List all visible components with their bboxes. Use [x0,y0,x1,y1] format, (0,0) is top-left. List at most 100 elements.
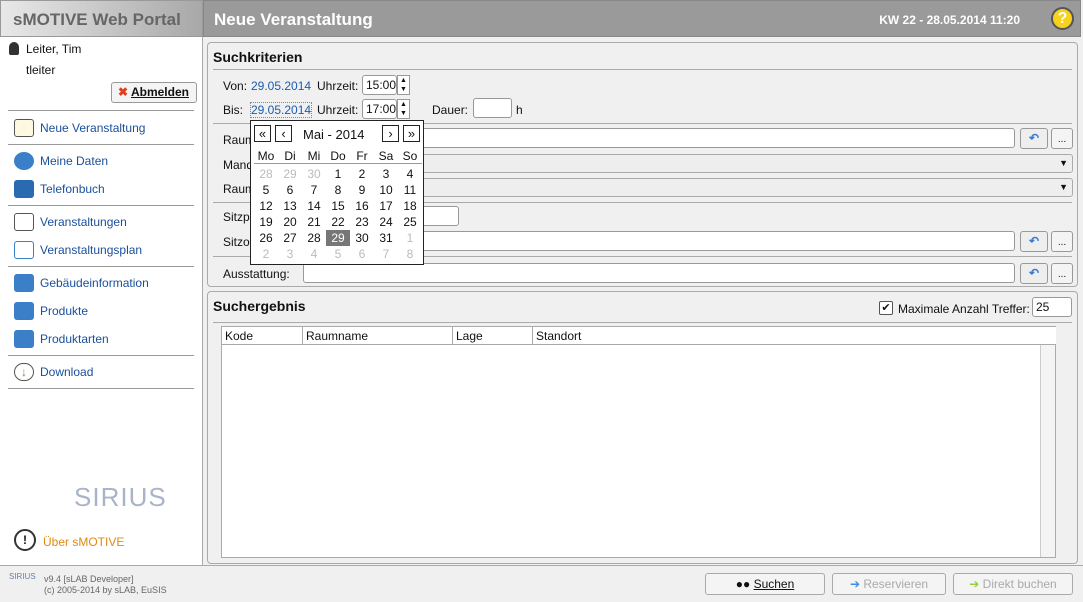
calendar-day[interactable]: 2 [254,246,278,262]
reset-icon[interactable]: ↶ [1020,128,1048,149]
calendar-day[interactable]: 24 [374,214,398,230]
calendar-day[interactable]: 7 [302,182,326,198]
calendar-day[interactable]: 5 [254,182,278,198]
calendar-day[interactable]: 30 [302,166,326,182]
next-month-button[interactable]: › [382,125,399,142]
raumname-browse-button[interactable]: ... [1051,128,1073,149]
calendar-day[interactable]: 17 [374,198,398,214]
calendar-day[interactable]: 4 [302,246,326,262]
calendar-day[interactable]: 9 [350,182,374,198]
weekday-header: Fr [350,148,374,164]
calendar-day[interactable]: 18 [398,198,422,214]
column-header-lage[interactable]: Lage [453,327,533,345]
calendar-day[interactable]: 25 [398,214,422,230]
column-header-standort[interactable]: Standort [533,327,1056,345]
calendar-day[interactable]: 27 [278,230,302,246]
sitzordnung-browse-button[interactable]: ... [1051,231,1073,252]
calendar-day[interactable]: 2 [350,166,374,182]
direct-book-button[interactable]: ➔ Direkt buchen [953,573,1073,595]
product-icon [14,302,34,320]
von-label: Von: [223,79,248,93]
calendar-day[interactable]: 8 [398,246,422,262]
calendar-day[interactable]: 20 [278,214,302,230]
calendar-day[interactable]: 11 [398,182,422,198]
vertical-scrollbar[interactable] [1040,345,1055,557]
dauer-label: Dauer: [432,103,469,117]
prev-month-button[interactable]: ‹ [275,125,292,142]
weekday-header: So [398,148,422,164]
sidebar-item-telefonbuch[interactable]: Telefonbuch [14,178,105,200]
ausstattung-browse-button[interactable]: ... [1051,263,1073,284]
calendar-day[interactable]: 6 [350,246,374,262]
sidebar-item-download[interactable]: ↓ Download [14,361,93,383]
calendar-day[interactable]: 23 [350,214,374,230]
about-link[interactable]: Über sMOTIVE [43,535,124,549]
sidebar-item-meine-daten[interactable]: Meine Daten [14,150,108,172]
reset-icon[interactable]: ↶ [1020,231,1048,252]
user-name: Leiter, Tim [26,42,82,56]
calendar-day[interactable]: 28 [302,230,326,246]
sirius-logo: SIRIUS [74,482,167,512]
von-time-spinner[interactable]: ▲ ▼ [397,75,410,95]
calendar-day[interactable]: 29 [278,166,302,182]
sidebar-item-neue-veranstaltung[interactable]: Neue Veranstaltung [14,117,145,139]
calendar-day[interactable]: 4 [398,166,422,182]
next-year-button[interactable]: » [403,125,420,142]
search-button[interactable]: ●● Suchen [705,573,825,595]
sidebar: Leiter, Tim tleiter ✖ Abmelden Neue Vera… [0,37,203,565]
weekday-header: Mi [302,148,326,164]
calendar-day[interactable]: 5 [326,246,350,262]
calendar-day[interactable]: 28 [254,166,278,182]
calendar-day[interactable]: 8 [326,182,350,198]
calendar-day[interactable]: 7 [374,246,398,262]
calendar-day[interactable]: 3 [374,166,398,182]
calendar-day[interactable]: 12 [254,198,278,214]
column-header-raumname[interactable]: Raumname [303,327,453,345]
sidebar-item-veranstaltungen[interactable]: Veranstaltungen [14,211,127,233]
calendar-day[interactable]: 22 [326,214,350,230]
info-icon: ! [14,529,36,551]
dauer-input[interactable] [473,98,512,118]
von-time-input[interactable]: 15:00 [362,75,397,95]
logout-button[interactable]: ✖ Abmelden [111,82,197,103]
calendar-day[interactable]: 3 [278,246,302,262]
help-icon[interactable]: ? [1051,7,1074,30]
page-title: Neue Veranstaltung [214,10,373,29]
presentation-icon [14,213,34,231]
max-hits-input[interactable]: 25 [1032,297,1072,317]
sidebar-item-veranstaltungsplan[interactable]: Veranstaltungsplan [14,239,142,261]
calendar-day-selected[interactable]: 29 [326,230,350,246]
reserve-button[interactable]: ➔ Reservieren [832,573,946,595]
calendar-day[interactable]: 6 [278,182,302,198]
calendar-day[interactable]: 10 [374,182,398,198]
prev-year-button[interactable]: « [254,125,271,142]
column-header-kode[interactable]: Kode [222,327,303,345]
calendar-day[interactable]: 13 [278,198,302,214]
binoculars-icon: ●● [735,577,751,591]
sidebar-item-produkte[interactable]: Produkte [14,300,88,322]
bis-date-link[interactable]: 29.05.2014 [249,102,313,118]
date-picker-popup: « ‹ Mai - 2014 › » Mo Di Mi Do Fr Sa So 28 29 30 1… [250,120,424,265]
bis-label: Bis: [223,103,244,117]
von-date-link[interactable]: 29.05.2014 [251,79,311,93]
ausstattung-input[interactable] [303,263,1015,283]
page-header: Neue Veranstaltung KW 22 - 28.05.2014 11… [203,0,1081,37]
calendar-day[interactable]: 15 [326,198,350,214]
calendar-day[interactable]: 31 [374,230,398,246]
calendar-day[interactable]: 30 [350,230,374,246]
calendar-day[interactable]: 16 [350,198,374,214]
calendar-day[interactable]: 21 [302,214,326,230]
calendar-day[interactable]: 19 [254,214,278,230]
max-hits-checkbox[interactable]: ✔ [879,301,893,315]
user-data-icon [14,152,34,170]
reset-icon[interactable]: ↶ [1020,263,1048,284]
version-text: v9.4 [sLAB Developer] [44,574,134,584]
bis-time-input[interactable]: 17:00 [362,99,397,119]
bis-time-spinner[interactable]: ▲ ▼ [397,99,410,119]
calendar-day[interactable]: 1 [398,230,422,246]
calendar-day[interactable]: 26 [254,230,278,246]
calendar-day[interactable]: 1 [326,166,350,182]
sidebar-item-produktarten[interactable]: Produktarten [14,328,109,350]
sidebar-item-gebaeudeinformation[interactable]: Gebäudeinformation [14,272,149,294]
calendar-day[interactable]: 14 [302,198,326,214]
